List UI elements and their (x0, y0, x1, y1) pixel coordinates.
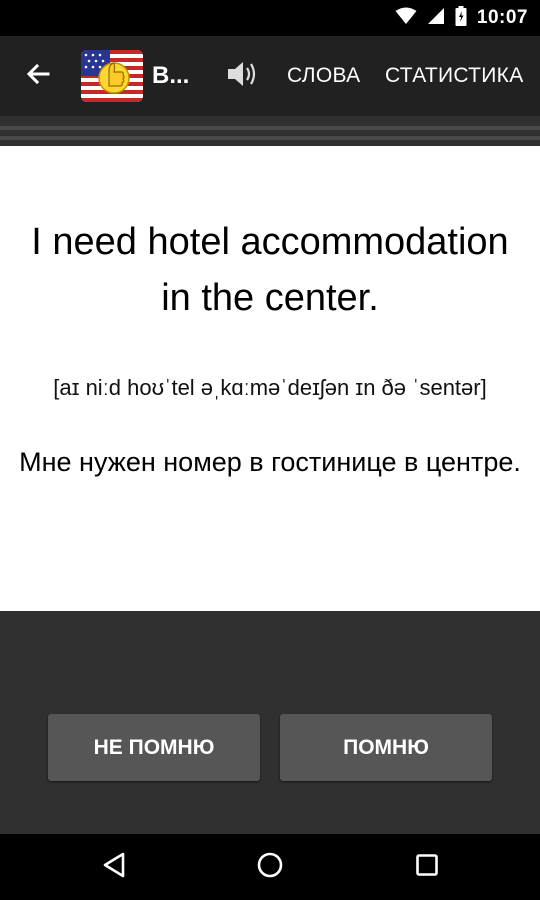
nav-home-icon (256, 851, 284, 884)
battery-icon (455, 5, 467, 31)
nav-home-button[interactable] (248, 845, 292, 889)
speaker-icon (224, 56, 260, 97)
phrase-card: I need hotel accommodation in the center… (0, 146, 540, 611)
toolbar-divider (0, 116, 540, 146)
speaker-button[interactable] (222, 56, 262, 96)
status-icons: 10:07 (395, 0, 528, 36)
nav-back-button[interactable] (92, 845, 136, 889)
status-bar: 10:07 (0, 0, 540, 36)
english-phrase: I need hotel accommodation in the center… (31, 221, 509, 319)
divider-line (0, 136, 540, 140)
nav-back-icon (101, 851, 127, 884)
nav-recents-icon (415, 853, 439, 882)
status-time: 10:07 (476, 7, 528, 28)
back-button[interactable] (16, 54, 60, 98)
divider-line (0, 126, 540, 130)
wifi-icon (395, 7, 417, 30)
arrow-back-icon (25, 61, 51, 92)
app-logo[interactable] (80, 44, 144, 108)
nav-recents-button[interactable] (405, 845, 449, 889)
navigation-bar (0, 834, 540, 900)
russian-translation: Мне нужен номер в гостинице в центре. (19, 447, 521, 477)
phonetic-transcription: [aɪ niːd hoʊˈtel əˌkɑːməˈdeɪʃən ɪn ðə ˈs… (53, 375, 487, 400)
app-title: В... (152, 62, 190, 89)
dont-remember-button[interactable]: НЕ ПОМНЮ (48, 714, 260, 781)
menu-statistics[interactable]: СТАТИСТИКА (385, 58, 524, 94)
us-flag-thumbs-up-logo (81, 50, 143, 102)
remember-button[interactable]: ПОМНЮ (280, 714, 492, 781)
action-bar: В... СЛОВА СТАТИСТИКА (0, 36, 540, 116)
cell-signal-icon (427, 7, 445, 30)
menu-words[interactable]: СЛОВА (287, 58, 360, 94)
